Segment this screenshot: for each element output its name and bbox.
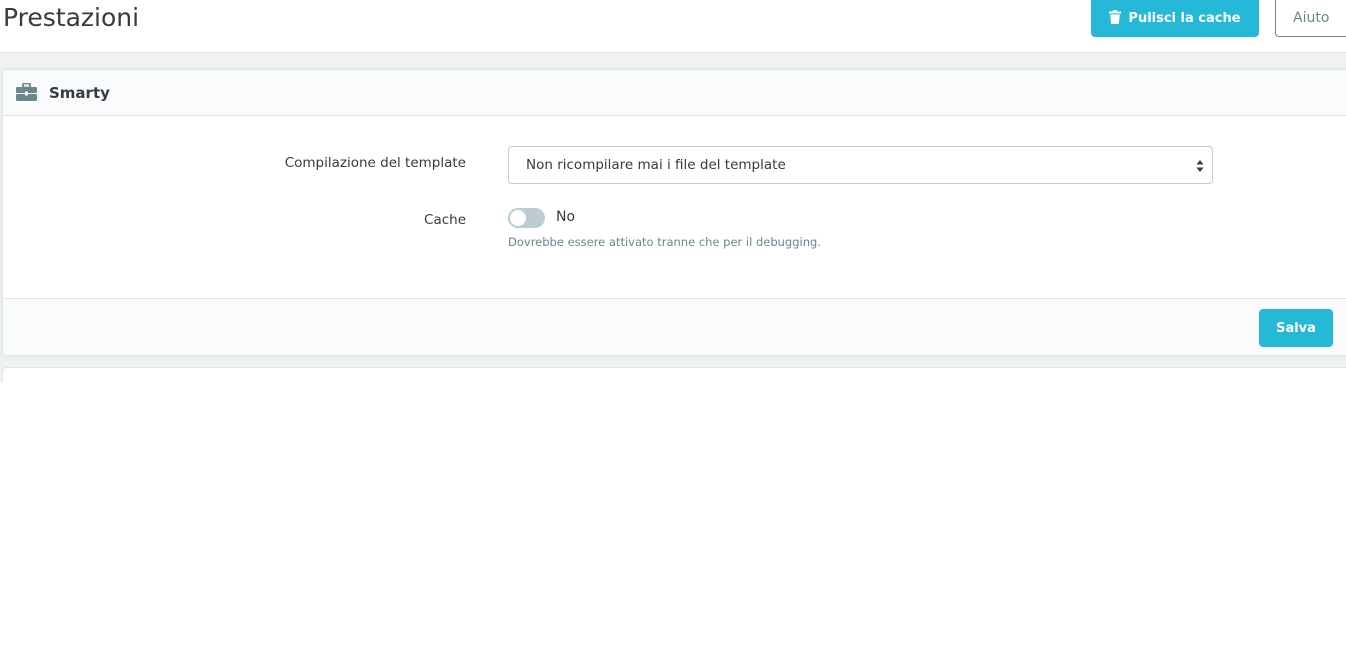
panel-footer: Salva (3, 298, 1346, 355)
page-title: Prestazioni (3, 3, 140, 32)
panel-heading: Smarty (3, 70, 1346, 116)
blank-area (0, 382, 1346, 648)
toggle-knob (510, 210, 526, 226)
smarty-panel: Smarty Compilazione del template Non ric… (2, 69, 1346, 356)
cache-toggle[interactable] (508, 208, 545, 228)
cache-label: Cache (424, 212, 466, 228)
page-header: Prestazioni Pulisci la cache Aiuto (0, 0, 1346, 53)
help-button[interactable]: Aiuto (1275, 0, 1346, 37)
clear-cache-label: Pulisci la cache (1128, 11, 1241, 26)
sort-arrows-icon (1196, 158, 1204, 172)
panel-title: Smarty (49, 84, 110, 102)
template-compilation-label: Compilazione del template (284, 155, 466, 171)
briefcase-icon (16, 82, 37, 101)
next-panel-edge (2, 367, 1346, 382)
template-compilation-select[interactable]: Non ricompilare mai i file del template (508, 146, 1213, 184)
save-button[interactable]: Salva (1259, 309, 1333, 347)
cache-toggle-state: No (556, 209, 576, 225)
trash-icon (1109, 9, 1122, 28)
cache-help-text: Dovrebbe essere attivato tranne che per … (508, 235, 821, 249)
template-compilation-value: Non ricompilare mai i file del template (526, 157, 786, 173)
clear-cache-button[interactable]: Pulisci la cache (1091, 0, 1259, 37)
